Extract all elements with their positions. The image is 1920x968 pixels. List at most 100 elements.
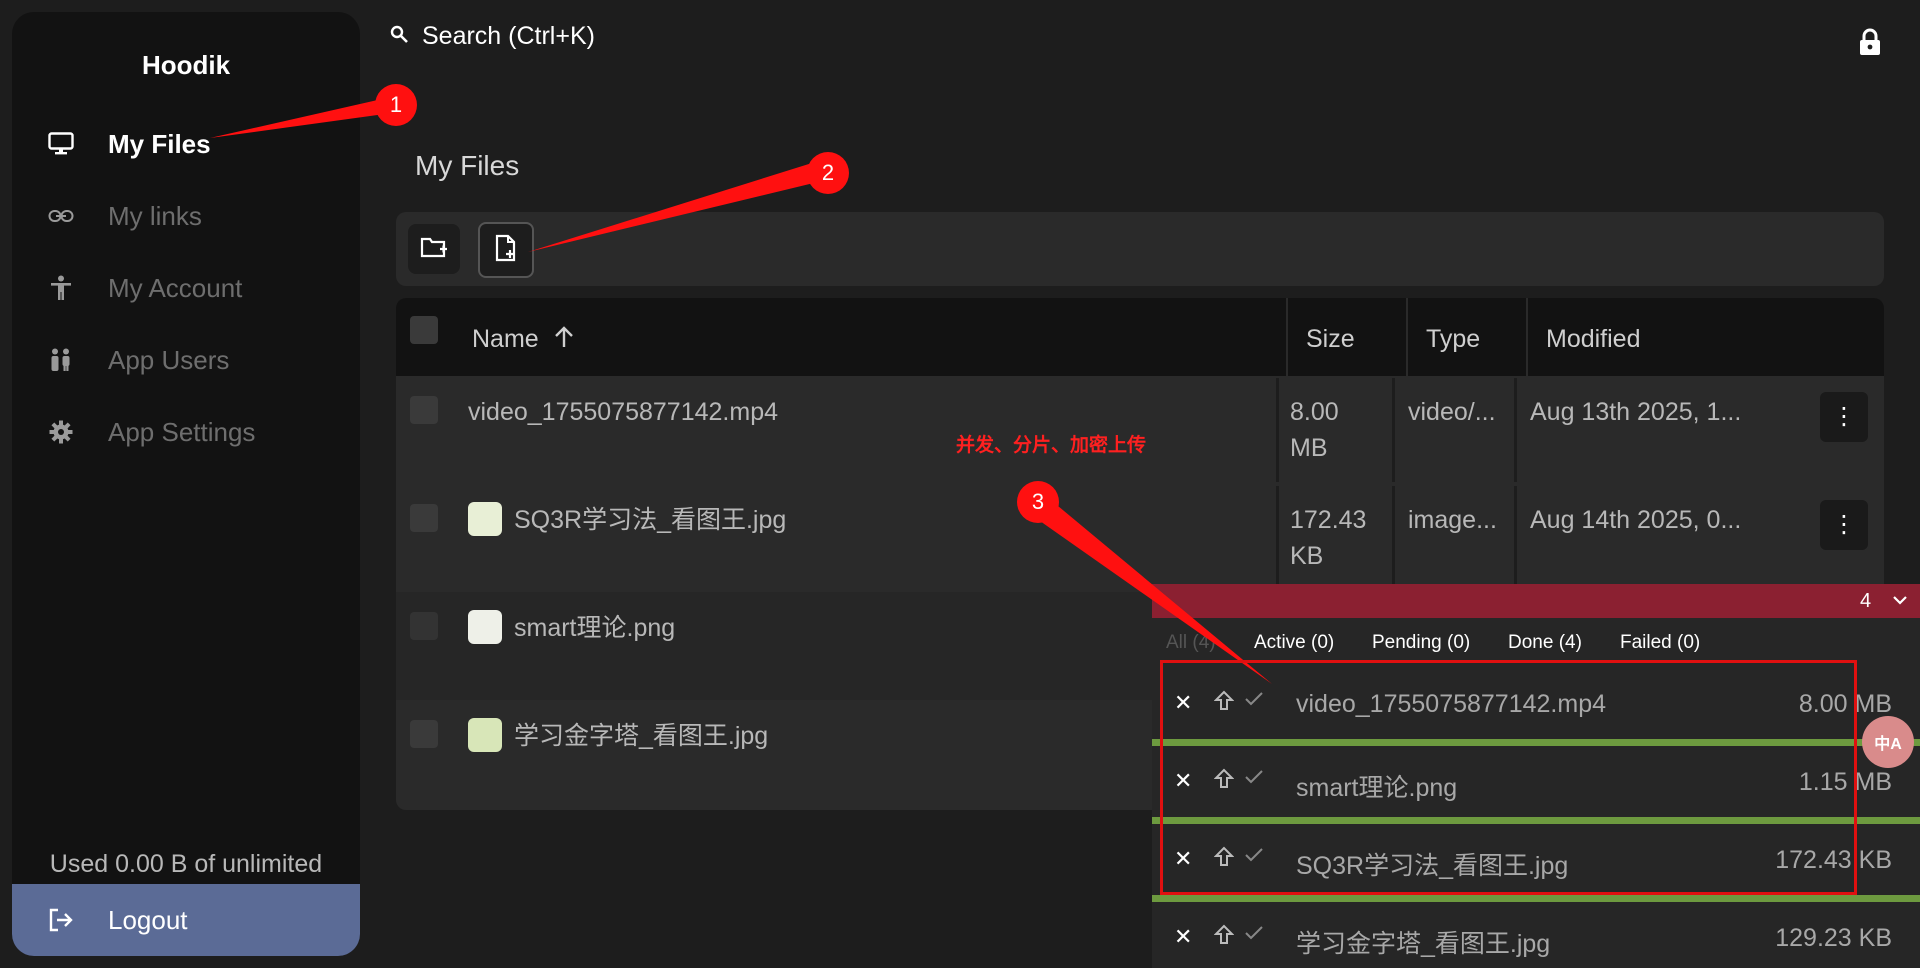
column-divider — [1392, 486, 1395, 590]
file-modified: Aug 13th 2025, 1... — [1530, 398, 1742, 426]
row-checkbox[interactable] — [410, 612, 438, 640]
upload-arrow-icon — [1213, 690, 1235, 717]
column-divider — [1392, 378, 1395, 482]
translate-float-icon[interactable]: 中A — [1862, 716, 1914, 768]
sidebar-item-my-files[interactable]: My Files — [12, 114, 360, 174]
annotation-badge-1: 1 — [375, 84, 417, 126]
tab-all[interactable]: All (4) — [1166, 632, 1216, 654]
annotation-badge-3: 3 — [1017, 481, 1059, 523]
sidebar-item-label: My Files — [108, 128, 211, 159]
annotation-note: 并发、分片、加密上传 — [956, 435, 1147, 456]
file-name: smart理论.png — [514, 614, 676, 642]
tab-failed[interactable]: Failed (0) — [1620, 632, 1700, 654]
close-icon[interactable]: ✕ — [1174, 690, 1192, 716]
upload-item: ✕ SQ3R学习法_看图王.jpg 172.43 KB — [1152, 824, 1920, 902]
upload-item: ✕ 学习金字塔_看图王.jpg 129.23 KB — [1152, 902, 1920, 968]
file-name: 学习金字塔_看图王.jpg — [514, 722, 769, 750]
file-thumbnail — [468, 502, 502, 536]
row-menu-button[interactable]: ⋮ — [1820, 392, 1868, 442]
table-header: Name Size Type Modified — [396, 298, 1884, 376]
sidebar-item-my-links[interactable]: My links — [12, 186, 360, 246]
upload-progress-bar — [1152, 739, 1920, 746]
logout-label: Logout — [108, 904, 188, 935]
row-checkbox[interactable] — [410, 504, 438, 532]
file-modified: Aug 14th 2025, 0... — [1530, 506, 1742, 534]
row-menu-button[interactable]: ⋮ — [1820, 500, 1868, 550]
column-modified-header[interactable]: Modified — [1546, 325, 1641, 354]
logout-icon — [46, 905, 76, 935]
app-root: Hoodik My Files My links My Account App … — [0, 0, 1920, 968]
column-divider — [1406, 298, 1408, 376]
upload-file-size: 8.00 MB — [1798, 690, 1892, 718]
upload-item: ✕ smart理论.png 1.15 MB — [1152, 746, 1920, 824]
tab-active[interactable]: Active (0) — [1254, 632, 1334, 654]
tab-done[interactable]: Done (4) — [1508, 632, 1582, 654]
check-icon — [1244, 846, 1264, 869]
upload-file-size: 129.23 KB — [1775, 924, 1892, 952]
more-vertical-icon: ⋮ — [1832, 511, 1856, 538]
users-icon — [46, 345, 76, 375]
select-all-checkbox[interactable] — [410, 316, 438, 344]
upload-arrow-icon — [1213, 846, 1235, 873]
lock-icon[interactable] — [1858, 28, 1882, 56]
file-name: SQ3R学习法_看图王.jpg — [514, 506, 787, 534]
table-row[interactable]: SQ3R学习法_看图王.jpg 172.43 KB image... Aug 14… — [396, 484, 1884, 592]
sort-arrow-up-icon — [554, 326, 574, 355]
close-icon[interactable]: ✕ — [1174, 924, 1192, 950]
folder-plus-icon — [420, 235, 448, 264]
more-vertical-icon: ⋮ — [1832, 403, 1856, 430]
file-thumbnail — [468, 718, 502, 752]
upload-panel-header[interactable]: 4 — [1152, 584, 1920, 618]
file-type: image... — [1408, 506, 1497, 534]
search-button[interactable]: Search (Ctrl+K) — [390, 22, 595, 51]
close-icon[interactable]: ✕ — [1174, 846, 1192, 872]
monitor-icon — [46, 129, 76, 159]
search-label: Search (Ctrl+K) — [422, 22, 595, 50]
column-divider — [1276, 378, 1279, 482]
sidebar: Hoodik My Files My links My Account App … — [12, 12, 360, 956]
file-name: video_1755075877142.mp4 — [468, 398, 778, 426]
file-plus-icon — [494, 234, 518, 267]
file-type: video/... — [1408, 398, 1496, 426]
column-divider — [1276, 486, 1279, 590]
column-divider — [1286, 298, 1288, 376]
file-thumbnail — [468, 610, 502, 644]
brand-logo: Hoodik — [141, 50, 231, 80]
tab-pending[interactable]: Pending (0) — [1372, 632, 1470, 654]
check-icon — [1244, 690, 1264, 713]
close-icon[interactable]: ✕ — [1174, 768, 1192, 794]
search-icon — [390, 25, 408, 48]
upload-arrow-icon — [1213, 924, 1235, 951]
file-size: 172.43 KB — [1290, 506, 1367, 570]
page-title: My Files — [415, 150, 520, 181]
logout-button[interactable]: Logout — [12, 884, 360, 956]
annotation-badge-2: 2 — [807, 152, 849, 194]
sidebar-item-label: App Settings — [108, 416, 256, 447]
upload-count: 4 — [1860, 590, 1872, 612]
sidebar-item-app-users[interactable]: App Users — [12, 330, 360, 390]
column-name-header[interactable]: Name — [472, 325, 574, 355]
upload-file-size: 1.15 MB — [1798, 768, 1892, 796]
upload-progress-bar — [1152, 817, 1920, 824]
upload-file-size: 172.43 KB — [1775, 846, 1892, 874]
storage-usage: Used 0.00 B of unlimited — [49, 850, 323, 878]
sidebar-item-my-account[interactable]: My Account — [12, 258, 360, 318]
column-size-header[interactable]: Size — [1306, 325, 1355, 354]
sidebar-item-app-settings[interactable]: App Settings — [12, 402, 360, 462]
file-toolbar — [396, 212, 1884, 286]
sidebar-item-label: App Users — [108, 344, 230, 375]
row-checkbox[interactable] — [410, 396, 438, 424]
upload-progress-bar — [1152, 895, 1920, 902]
upload-file-button[interactable] — [478, 222, 534, 278]
column-type-header[interactable]: Type — [1426, 325, 1480, 354]
upload-item: ✕ video_1755075877142.mp4 8.00 MB — [1152, 668, 1920, 746]
row-checkbox[interactable] — [410, 720, 438, 748]
chevron-down-icon[interactable] — [1892, 592, 1908, 613]
person-icon — [46, 273, 76, 303]
column-divider — [1526, 298, 1528, 376]
new-folder-button[interactable] — [408, 224, 460, 274]
check-icon — [1244, 768, 1264, 791]
upload-file-name: SQ3R学习法_看图王.jpg — [1296, 852, 1569, 880]
upload-tabs: All (4) Active (0) Pending (0) Done (4) … — [1152, 618, 1920, 668]
file-size: 8.00 MB — [1290, 398, 1339, 462]
